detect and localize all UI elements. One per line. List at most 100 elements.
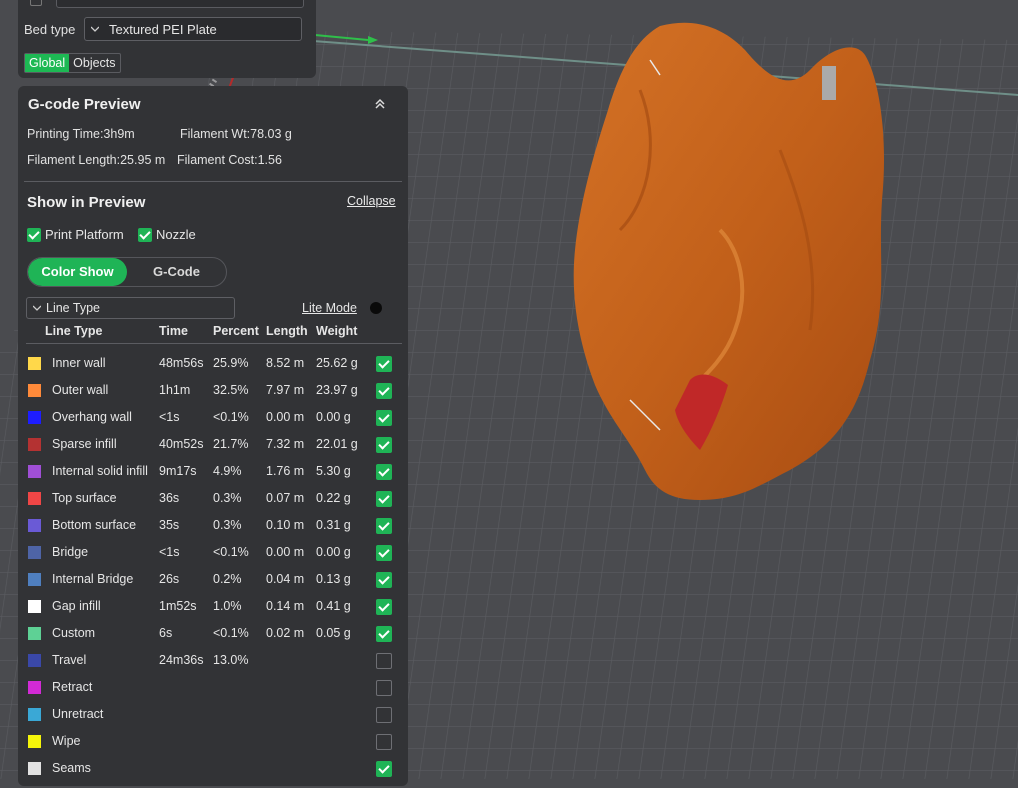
table-row[interactable]: Retract [18, 680, 408, 707]
line-type-length: 0.02 m [266, 626, 305, 640]
visibility-checkbox[interactable] [376, 356, 392, 372]
scope-tabs: Global Objects [24, 53, 121, 73]
line-type-weight: 0.31 g [316, 518, 351, 532]
collapse-link[interactable]: Collapse [347, 194, 396, 208]
table-row[interactable]: Seams [18, 761, 408, 788]
view-type-value: Line Type [46, 301, 100, 315]
table-row[interactable]: Overhang wall <1s <0.1% 0.00 m 0.00 g [18, 410, 408, 437]
line-type-name: Sparse infill [52, 437, 117, 451]
checkbox-icon[interactable] [376, 491, 392, 507]
checkbox-icon[interactable] [376, 437, 392, 453]
checkbox-icon[interactable] [376, 653, 392, 669]
lite-mode-link[interactable]: Lite Mode [302, 301, 357, 315]
table-row[interactable]: Sparse infill 40m52s 21.7% 7.32 m 22.01 g [18, 437, 408, 464]
visibility-checkbox[interactable] [376, 680, 392, 696]
visibility-checkbox[interactable] [376, 464, 392, 480]
table-row[interactable]: Top surface 36s 0.3% 0.07 m 0.22 g [18, 491, 408, 518]
visibility-checkbox[interactable] [376, 491, 392, 507]
table-row[interactable]: Bridge <1s <0.1% 0.00 m 0.00 g [18, 545, 408, 572]
color-show-button[interactable]: Color Show [28, 258, 127, 286]
table-row[interactable]: Unretract [18, 707, 408, 734]
checkbox-icon[interactable] [376, 464, 392, 480]
table-row[interactable]: Internal Bridge 26s 0.2% 0.04 m 0.13 g [18, 572, 408, 599]
visibility-checkbox[interactable] [376, 707, 392, 723]
visibility-checkbox[interactable] [376, 734, 392, 750]
color-swatch [28, 735, 41, 748]
checkbox-icon[interactable] [376, 599, 392, 615]
bed-type-select[interactable]: Textured PEI Plate [84, 17, 302, 41]
table-row[interactable]: Internal solid infill 9m17s 4.9% 1.76 m 5.30… [18, 464, 408, 491]
visibility-checkbox[interactable] [376, 410, 392, 426]
checkbox-icon[interactable] [376, 626, 392, 642]
top-dropdown[interactable] [56, 0, 304, 8]
line-type-time: 9m17s [159, 464, 197, 478]
checkbox-icon[interactable] [376, 356, 392, 372]
visibility-checkbox[interactable] [376, 761, 392, 777]
print-platform-option[interactable]: Print Platform [27, 227, 124, 242]
3d-model[interactable] [573, 22, 885, 501]
table-row[interactable]: Gap infill 1m52s 1.0% 0.14 m 0.41 g [18, 599, 408, 626]
table-row[interactable]: Custom 6s <0.1% 0.02 m 0.05 g [18, 626, 408, 653]
line-type-name: Inner wall [52, 356, 106, 370]
visibility-checkbox[interactable] [376, 626, 392, 642]
filament-weight: Filament Wt:78.03 g [180, 127, 292, 141]
gcode-button[interactable]: G-Code [127, 258, 226, 286]
lite-mode-toggle[interactable] [370, 302, 382, 314]
line-type-percent: <0.1% [213, 626, 249, 640]
line-type-percent: 32.5% [213, 383, 249, 397]
checkbox-icon[interactable] [30, 0, 42, 6]
checkbox-icon[interactable] [376, 383, 392, 399]
line-type-name: Custom [52, 626, 96, 640]
color-swatch [28, 600, 41, 613]
checkbox-icon[interactable] [376, 410, 392, 426]
divider [26, 343, 402, 344]
checkbox-icon[interactable] [376, 572, 392, 588]
visibility-checkbox[interactable] [376, 653, 392, 669]
checkbox-icon[interactable] [376, 680, 392, 696]
line-type-weight: 0.00 g [316, 410, 351, 424]
checkbox-icon[interactable] [376, 518, 392, 534]
line-type-time: 36s [159, 491, 180, 505]
line-type-weight: 23.97 g [316, 383, 358, 397]
table-row[interactable]: Travel 24m36s 13.0% [18, 653, 408, 680]
nozzle-label: Nozzle [156, 227, 196, 242]
visibility-checkbox[interactable] [376, 437, 392, 453]
print-platform-checkbox[interactable] [27, 227, 41, 242]
line-type-length: 0.04 m [266, 572, 305, 586]
printing-time: Printing Time:3h9m [27, 127, 135, 141]
checkbox-icon[interactable] [376, 545, 392, 561]
line-type-weight: 0.41 g [316, 599, 351, 613]
tab-global[interactable]: Global [25, 54, 70, 72]
nozzle-option[interactable]: Nozzle [138, 227, 196, 242]
chevron-double-up-icon[interactable] [373, 97, 387, 111]
table-row[interactable]: Inner wall 48m56s 25.9% 8.52 m 25.62 g [18, 356, 408, 383]
checkbox-icon[interactable] [376, 734, 392, 750]
visibility-checkbox[interactable] [376, 572, 392, 588]
color-swatch [28, 708, 41, 721]
visibility-checkbox[interactable] [376, 518, 392, 534]
line-type-weight: 5.30 g [316, 464, 351, 478]
divider [24, 181, 402, 182]
table-row[interactable]: Outer wall 1h1m 32.5% 7.97 m 23.97 g [18, 383, 408, 410]
tab-objects[interactable]: Objects [69, 54, 119, 72]
view-type-select[interactable]: Line Type [26, 297, 235, 319]
checkbox-icon[interactable] [376, 761, 392, 777]
line-type-percent: 13.0% [213, 653, 249, 667]
visibility-checkbox[interactable] [376, 545, 392, 561]
gcode-preview-panel: G-code Preview Printing Time:3h9m Filame… [18, 86, 408, 786]
visibility-checkbox[interactable] [376, 383, 392, 399]
color-swatch [28, 492, 41, 505]
table-row[interactable]: Wipe [18, 734, 408, 761]
color-swatch [28, 411, 41, 424]
nozzle-checkbox[interactable] [138, 227, 152, 242]
line-type-time: 48m56s [159, 356, 204, 370]
checkbox-icon[interactable] [376, 707, 392, 723]
line-type-percent: 0.3% [213, 491, 242, 505]
line-type-length: 7.97 m [266, 383, 305, 397]
visibility-checkbox[interactable] [376, 599, 392, 615]
color-swatch [28, 681, 41, 694]
table-row[interactable]: Bottom surface 35s 0.3% 0.10 m 0.31 g [18, 518, 408, 545]
line-type-time: 35s [159, 518, 180, 532]
line-type-weight: 0.00 g [316, 545, 351, 559]
line-type-time: 6s [159, 626, 173, 640]
